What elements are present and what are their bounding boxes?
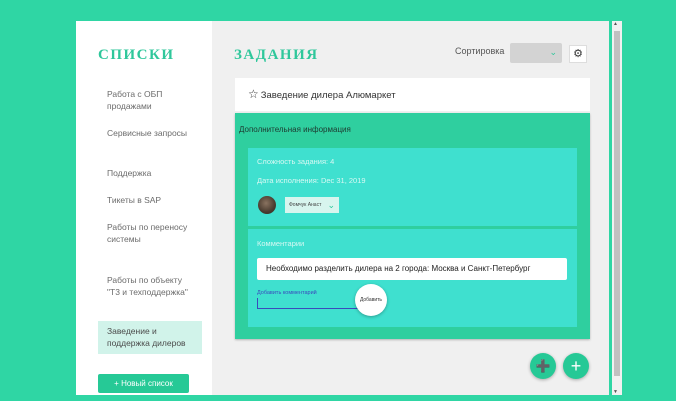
comments-label: Комментарии: [257, 239, 305, 248]
task-header[interactable]: ☆ Заведение дилера Алюмаркет: [235, 78, 590, 111]
task-details-panel: Дополнительная информация Сложность зада…: [235, 113, 590, 339]
sidebar-title: СПИСКИ: [98, 47, 175, 63]
sidebar-item-support[interactable]: Поддержка: [98, 167, 202, 179]
scrollbar[interactable]: ▲ ▼: [612, 21, 622, 395]
scroll-thumb[interactable]: [614, 31, 620, 376]
additional-info-label: Дополнительная информация: [239, 125, 351, 134]
sort-label: Сортировка: [455, 46, 505, 56]
task-info-box: Сложность задания: 4 Дата исполнения: De…: [248, 148, 577, 226]
add-comment-label: Добавить комментарий: [257, 290, 317, 296]
app-card: СПИСКИ Работа с ОБП продажами Сервисные …: [76, 21, 609, 395]
sidebar-item-dealers[interactable]: Заведение и поддержка дилеров: [98, 321, 202, 354]
star-icon[interactable]: ☆: [248, 87, 259, 101]
sidebar-item-obp[interactable]: Работа с ОБП продажами: [98, 88, 202, 112]
add-user-icon: ➕: [535, 359, 551, 373]
sidebar-item-sap-tickets[interactable]: Тикеты в SAP: [98, 194, 202, 206]
sidebar: СПИСКИ Работа с ОБП продажами Сервисные …: [76, 21, 212, 395]
avatar: [258, 196, 276, 214]
task-complexity: Сложность задания: 4: [257, 157, 335, 166]
assignee-name: Фомчук Анаст: [289, 202, 322, 208]
add-task-button[interactable]: +: [563, 353, 589, 379]
add-comment-input[interactable]: [257, 298, 358, 309]
sidebar-item-service-requests[interactable]: Сервисные запросы: [98, 127, 202, 139]
task-due-date: Дата исполнения: Dec 31, 2019: [257, 176, 366, 185]
main-panel: ЗАДАНИЯ Сортировка ⌄ ⚙ ☆ Заведение дилера…: [212, 21, 609, 395]
chevron-down-icon: ⌄: [327, 200, 335, 210]
scroll-up-icon[interactable]: ▲: [613, 21, 618, 27]
comment-item: Необходимо разделить дилера на 2 города:…: [257, 258, 567, 280]
add-comment-button[interactable]: Добавить: [355, 284, 387, 316]
chevron-down-icon: ⌄: [549, 47, 557, 57]
add-user-button[interactable]: ➕: [530, 353, 556, 379]
sidebar-item-migration[interactable]: Работы по переносу системы: [98, 221, 202, 245]
task-title: Заведение дилера Алюмаркет: [260, 90, 396, 101]
plus-icon: +: [570, 356, 582, 376]
page-title: ЗАДАНИЯ: [234, 47, 319, 63]
new-list-button[interactable]: + Новый список: [98, 374, 189, 393]
settings-button[interactable]: ⚙: [569, 45, 587, 63]
assignee-select[interactable]: Фомчук Анаст ⌄: [285, 197, 339, 213]
scroll-down-icon[interactable]: ▼: [613, 389, 618, 395]
gear-icon: ⚙: [573, 48, 583, 60]
comments-box: Комментарии Необходимо разделить дилера …: [248, 229, 577, 327]
sort-select[interactable]: ⌄: [510, 43, 562, 63]
sidebar-item-t3-support[interactable]: Работы по объекту "Т3 и техподдержка": [98, 274, 202, 298]
